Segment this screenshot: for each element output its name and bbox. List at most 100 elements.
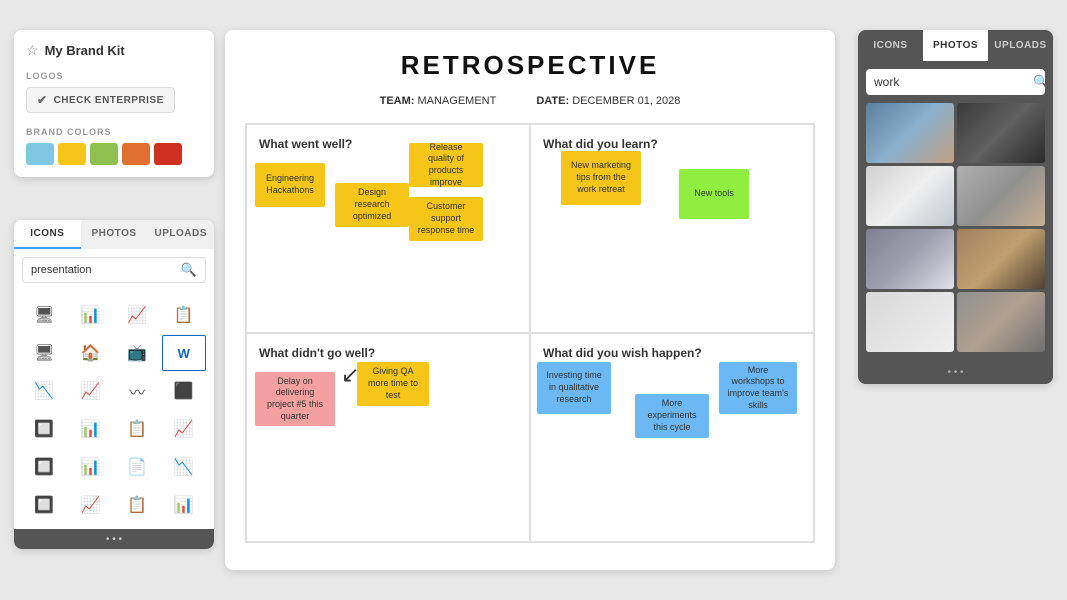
team-value: MANAGEMENT (417, 95, 496, 107)
tab-icons[interactable]: ICONS (14, 220, 81, 249)
right-panel-footer: • • • (858, 360, 1053, 384)
star-icon: ☆ (26, 42, 39, 59)
right-search-button[interactable]: 🔍 (1033, 74, 1049, 90)
photo-cell[interactable] (866, 166, 954, 226)
sticky-note[interactable]: Delay on delivering project #5 this quar… (255, 372, 335, 426)
quadrant-title-q4: What did you wish happen? (543, 346, 801, 360)
brand-colors-label: BRAND COLORS (26, 127, 202, 137)
icon-cell[interactable]: 📉 (162, 449, 207, 485)
sticky-note[interactable]: New marketing tips from the work retreat (561, 151, 641, 205)
sticky-note[interactable]: Giving QA more time to test (357, 362, 429, 406)
icon-cell[interactable]: 🖥 (22, 335, 67, 371)
right-search-input[interactable] (874, 75, 1029, 89)
right-search-row: 🔍 (866, 69, 1045, 95)
photo-cell[interactable] (957, 229, 1045, 289)
sticky-note[interactable]: More workshops to improve team's skills (719, 362, 797, 414)
right-tabs-row: ICONS PHOTOS UPLOADS (858, 30, 1053, 61)
check-icon: ✔ (37, 93, 48, 107)
date-meta: DATE: DECEMBER 01, 2028 (536, 95, 680, 107)
right-tab-icons[interactable]: ICONS (858, 30, 923, 61)
icon-cell[interactable]: 📉 (22, 373, 67, 409)
sticky-note[interactable]: More experiments this cycle (635, 394, 709, 438)
icon-cell[interactable]: 📄 (115, 449, 160, 485)
photos-grid (858, 103, 1053, 360)
icon-cell[interactable]: 🔲 (22, 449, 67, 485)
icon-cell[interactable]: 📈 (69, 487, 114, 523)
sticky-note[interactable]: Release quality of products improve (409, 143, 483, 187)
brand-colors-section: BRAND COLORS (26, 127, 202, 165)
tab-uploads[interactable]: UPLOADS (147, 220, 214, 249)
icons-grid: 🖥 📊 📈 📋 🖥 🏠 📺 W 📉 📈 〰 ⬛ 🔲 📊 📋 📈 🔲 📊 📄 📉 … (14, 291, 214, 529)
sticky-note[interactable]: Investing time in qualitative research (537, 362, 611, 414)
sticky-note[interactable]: Design research optimized (335, 183, 409, 227)
right-footer-label: • • • (947, 367, 963, 378)
brand-kit-title: My Brand Kit (45, 43, 125, 58)
sticky-note[interactable]: Customer support response time (409, 197, 483, 241)
icon-cell[interactable]: 🏠 (69, 335, 114, 371)
color-swatch-blue[interactable] (26, 143, 54, 165)
icons-tabs-row: ICONS PHOTOS UPLOADS (14, 220, 214, 249)
photo-cell[interactable] (866, 229, 954, 289)
color-swatch-red[interactable] (154, 143, 182, 165)
quadrant-didnt-go-well: What didn't go well? ↙ Delay on deliveri… (246, 333, 530, 542)
right-tab-photos[interactable]: PHOTOS (923, 30, 988, 61)
icon-cell[interactable]: 🔲 (22, 411, 67, 447)
icon-cell[interactable]: 📈 (162, 411, 207, 447)
quadrant-went-well: What went well? Engineering Hackathons D… (246, 124, 530, 333)
color-swatch-green[interactable] (90, 143, 118, 165)
date-value: DECEMBER 01, 2028 (572, 95, 680, 107)
icon-cell[interactable]: 📊 (69, 411, 114, 447)
cursor-arrow: ↙ (341, 362, 359, 388)
icon-cell[interactable]: 📈 (69, 373, 114, 409)
right-panel: ICONS PHOTOS UPLOADS 🔍 • • • (858, 30, 1053, 384)
board-meta: TEAM: MANAGEMENT DATE: DECEMBER 01, 2028 (245, 95, 815, 107)
quadrant-learn: What did you learn? New marketing tips f… (530, 124, 814, 333)
icons-search-button[interactable]: 🔍 (181, 262, 197, 278)
icon-cell[interactable]: 📋 (162, 297, 207, 333)
main-board: RETROSPECTIVE TEAM: MANAGEMENT DATE: DEC… (225, 30, 835, 570)
brand-kit-header: ☆ My Brand Kit (26, 42, 202, 59)
logos-label: LOGOS (26, 71, 202, 81)
icon-cell[interactable]: 🖥 (22, 297, 67, 333)
icon-cell[interactable]: 📊 (69, 297, 114, 333)
team-meta: TEAM: MANAGEMENT (380, 95, 497, 107)
icon-cell[interactable]: 🔲 (22, 487, 67, 523)
icon-cell[interactable]: 📊 (162, 487, 207, 523)
icons-search-row: 🔍 (22, 257, 206, 283)
icon-cell[interactable]: 📋 (115, 487, 160, 523)
footer-dots: • • • (106, 534, 122, 545)
enterprise-label: CHECK ENTERPRISE (54, 95, 164, 106)
icons-search-input[interactable] (31, 264, 177, 276)
logos-section: LOGOS ✔ CHECK ENTERPRISE (26, 71, 202, 113)
icon-cell[interactable]: 📺 (115, 335, 160, 371)
color-swatch-yellow[interactable] (58, 143, 86, 165)
icon-cell[interactable]: 📋 (115, 411, 160, 447)
date-label: DATE: (536, 95, 569, 107)
quadrant-title-q2: What did you learn? (543, 137, 801, 151)
icon-cell[interactable]: 📊 (69, 449, 114, 485)
right-tab-uploads[interactable]: UPLOADS (988, 30, 1053, 61)
color-swatch-orange[interactable] (122, 143, 150, 165)
brand-kit-panel: ☆ My Brand Kit LOGOS ✔ CHECK ENTERPRISE … (14, 30, 214, 177)
icon-cell[interactable]: 📈 (115, 297, 160, 333)
sticky-note[interactable]: Engineering Hackathons (255, 163, 325, 207)
photo-cell[interactable] (957, 103, 1045, 163)
check-enterprise-button[interactable]: ✔ CHECK ENTERPRISE (26, 87, 175, 113)
team-label: TEAM: (380, 95, 415, 107)
icon-cell[interactable]: ⬛ (162, 373, 207, 409)
quadrant-title-q3: What didn't go well? (259, 346, 517, 360)
board-quadrants: What went well? Engineering Hackathons D… (245, 123, 815, 543)
icons-panel: ICONS PHOTOS UPLOADS 🔍 🖥 📊 📈 📋 🖥 🏠 📺 W 📉… (14, 220, 214, 549)
photo-cell[interactable] (866, 292, 954, 352)
color-swatches (26, 143, 202, 165)
photo-cell[interactable] (957, 166, 1045, 226)
sticky-note[interactable]: New tools (679, 169, 749, 219)
quadrant-wish-happen: What did you wish happen? Investing time… (530, 333, 814, 542)
icons-panel-footer: • • • (14, 529, 214, 549)
photo-cell[interactable] (866, 103, 954, 163)
board-title: RETROSPECTIVE (245, 50, 815, 81)
icon-cell[interactable]: 〰 (115, 373, 160, 409)
tab-photos[interactable]: PHOTOS (81, 220, 148, 249)
photo-cell[interactable] (957, 292, 1045, 352)
icon-cell[interactable]: W (162, 335, 207, 371)
